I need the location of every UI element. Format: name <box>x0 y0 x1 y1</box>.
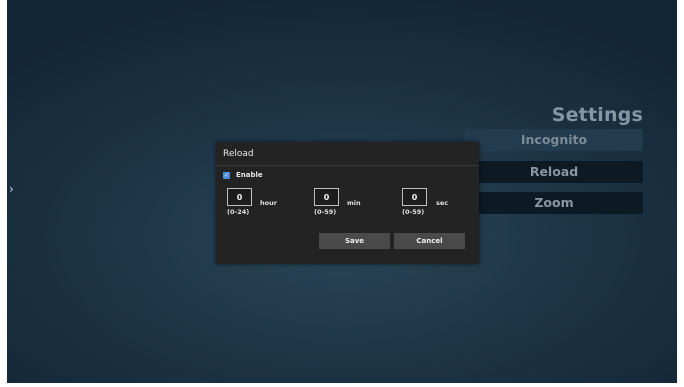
hour-input[interactable]: 0 <box>227 188 252 206</box>
reload-dialog: Reload ✓ Enable 0 hour (0-24) 0 min (0-5… <box>216 142 479 264</box>
sec-range-label: (0-59) <box>402 208 425 216</box>
menu-item-zoom[interactable]: Zoom <box>465 192 643 214</box>
hour-unit-label: hour <box>260 199 277 207</box>
sec-input[interactable]: 0 <box>402 188 427 206</box>
enable-label: Enable <box>236 171 263 179</box>
checkmark-icon: ✓ <box>223 171 230 179</box>
cancel-button[interactable]: Cancel <box>394 233 465 249</box>
chevron-right-icon[interactable]: › <box>9 183 14 195</box>
dialog-divider <box>216 165 479 166</box>
hour-range-label: (0-24) <box>227 208 250 216</box>
min-unit-label: min <box>347 199 361 207</box>
enable-row[interactable]: ✓ Enable <box>223 171 263 179</box>
sec-unit-label: sec <box>436 199 449 207</box>
chevron-left-icon[interactable]: ‹ <box>676 183 677 195</box>
settings-screen: › ‹ Settings Incognito Reload Zoom Reloa… <box>7 0 677 383</box>
page-title: Settings <box>551 104 643 126</box>
enable-checkbox[interactable]: ✓ <box>223 171 230 179</box>
menu-item-reload[interactable]: Reload <box>465 161 643 183</box>
dialog-title: Reload <box>223 149 254 159</box>
min-range-label: (0-59) <box>314 208 337 216</box>
menu-item-incognito[interactable]: Incognito <box>465 129 643 151</box>
save-button[interactable]: Save <box>319 233 390 249</box>
min-input[interactable]: 0 <box>314 188 339 206</box>
